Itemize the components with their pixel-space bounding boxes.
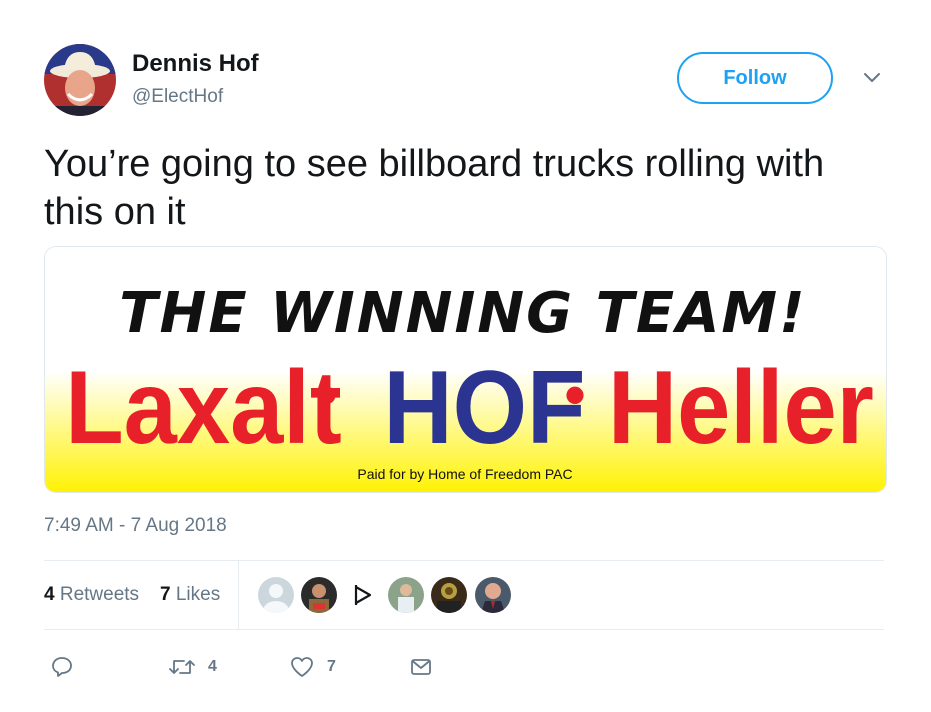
follow-button[interactable]: Follow (677, 52, 833, 104)
likes-label: Likes (175, 584, 221, 605)
media-disclaimer: Paid for by Home of Freedom PAC (357, 466, 572, 482)
reply-button[interactable] (50, 652, 74, 682)
likes-stat[interactable]: 7 Likes (160, 584, 220, 606)
divider (44, 629, 884, 630)
liker-avatar[interactable] (301, 577, 337, 613)
retweet-icon (169, 660, 195, 674)
retweets-stat[interactable]: 4 Retweets (44, 584, 139, 606)
chevron-down-icon[interactable] (862, 68, 882, 88)
tweet-media-image[interactable]: THE WINNING TEAM! Laxalt • HOF • Heller … (44, 246, 887, 493)
stats-divider (238, 561, 239, 629)
liker-avatar[interactable] (388, 577, 424, 613)
divider (44, 560, 884, 561)
like-button[interactable]: 7 (289, 652, 336, 682)
liker-avatar[interactable] (431, 577, 467, 613)
like-count: 7 (327, 658, 336, 675)
play-badge-icon[interactable] (344, 577, 380, 613)
reply-icon (52, 657, 72, 677)
media-name-3: Heller (608, 350, 874, 466)
author-handle[interactable]: @ElectHof (132, 86, 223, 108)
heart-icon (291, 657, 313, 677)
media-separator-2: • (564, 361, 585, 428)
likes-count: 7 (160, 584, 171, 605)
tweet-text: You’re going to see billboard trucks rol… (44, 143, 825, 233)
retweets-count: 4 (44, 584, 55, 605)
media-name-1: Laxalt (65, 350, 341, 466)
liker-avatar[interactable] (258, 577, 294, 613)
media-name-2: HOF (384, 350, 586, 466)
media-headline: THE WINNING TEAM! (119, 281, 806, 346)
retweet-count: 4 (208, 658, 217, 675)
author-avatar[interactable] (44, 44, 116, 116)
tweet-card: Dennis Hof @ElectHof Follow You’re going… (0, 0, 931, 712)
envelope-icon (411, 659, 431, 675)
direct-message-button[interactable] (409, 652, 433, 682)
author-name[interactable]: Dennis Hof (132, 50, 259, 78)
media-separator-1: • (316, 361, 337, 428)
retweet-button[interactable]: 4 (168, 652, 217, 682)
tweet-timestamp[interactable]: 7:49 AM - 7 Aug 2018 (44, 515, 227, 537)
retweets-label: Retweets (59, 584, 140, 605)
liker-avatar[interactable] (475, 577, 511, 613)
